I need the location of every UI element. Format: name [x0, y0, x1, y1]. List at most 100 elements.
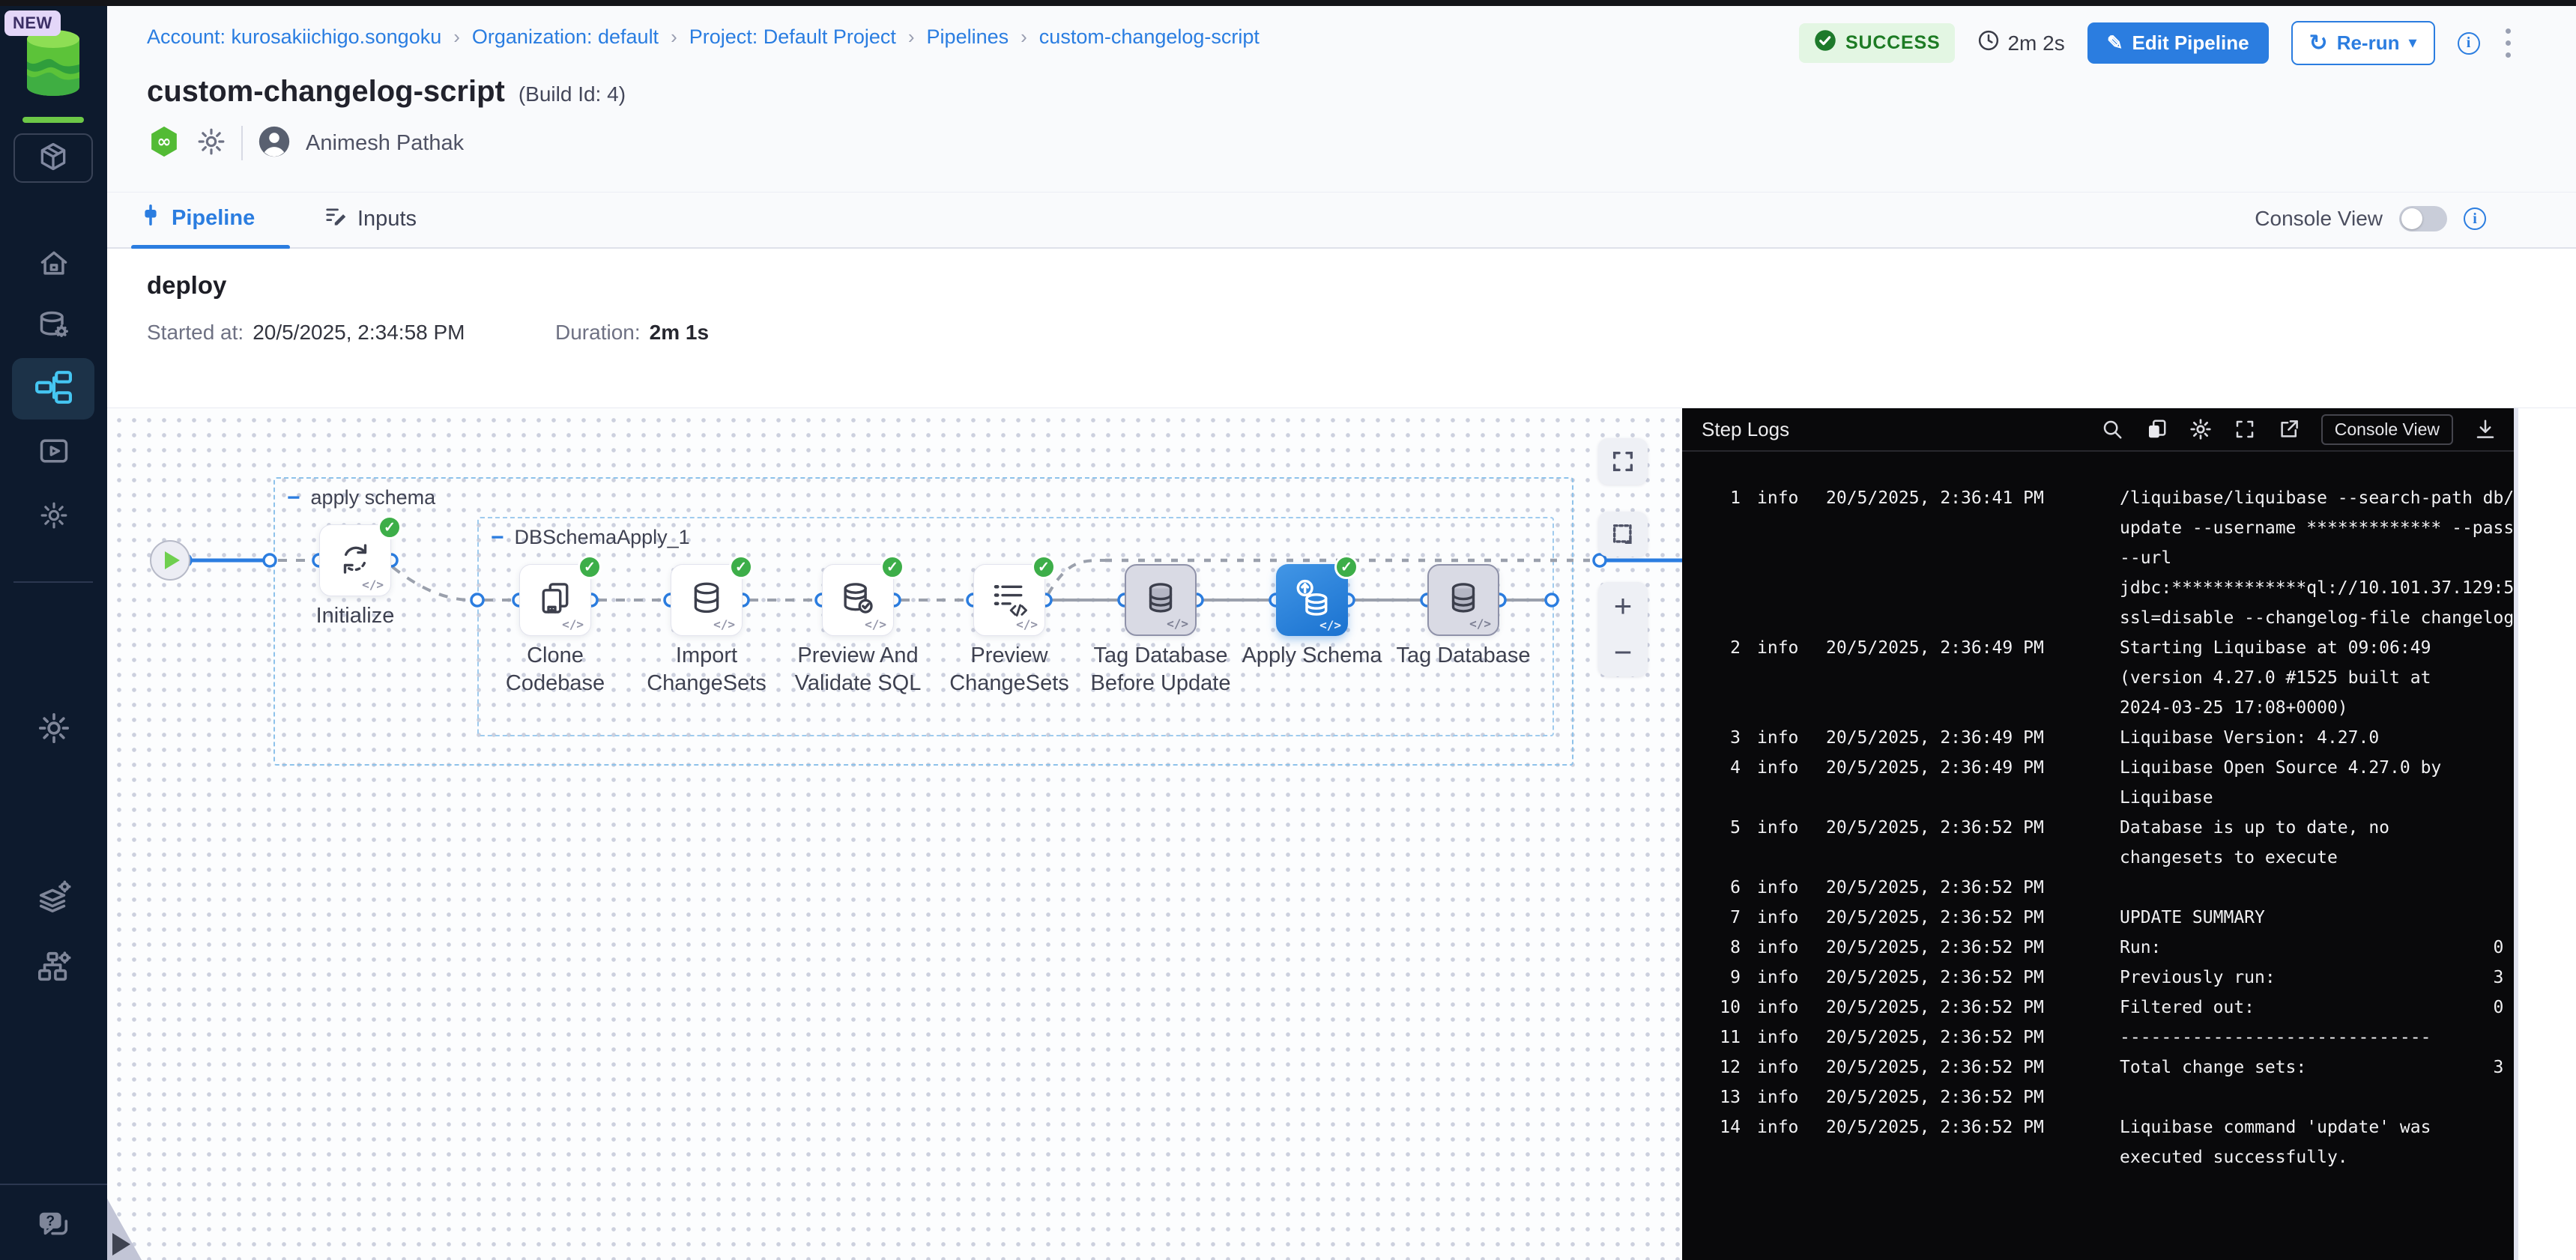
database-tag-icon [1140, 578, 1181, 623]
breadcrumb-pipelines[interactable]: Pipelines [927, 25, 1009, 49]
database-check-icon [838, 578, 878, 623]
breadcrumb: Account: kurosakiichigo.songoku › Organi… [147, 25, 1260, 49]
code-badge: </> [362, 578, 384, 592]
code-badge: </> [1469, 617, 1491, 631]
download-icon[interactable] [2473, 417, 2497, 441]
success-check-badge: ✓ [1032, 555, 1056, 579]
breadcrumb-project[interactable]: Project: Default Project [689, 25, 896, 49]
sidebar-item-pipelines-active[interactable] [12, 358, 94, 420]
sidebar-item-home[interactable] [36, 247, 72, 283]
refresh-icon: ↻ [2309, 30, 2328, 56]
svg-text:∞: ∞ [157, 132, 171, 151]
clock-icon [1977, 29, 2000, 57]
liquibase-logo[interactable] [22, 28, 84, 101]
step-logs-title: Step Logs [1702, 418, 1789, 441]
sidebar-item-help[interactable]: ? [36, 1209, 72, 1245]
sidebar-item-project-settings[interactable] [36, 499, 72, 535]
fullscreen-icon[interactable] [2233, 417, 2257, 441]
copy-icon[interactable] [2144, 417, 2168, 441]
success-check-badge: ✓ [578, 555, 602, 579]
step-logs-panel: Step Logs Console View [1682, 408, 2514, 1260]
success-check-badge: ✓ [729, 555, 753, 579]
page: NEW [0, 0, 2576, 1260]
log-line: 11info20/5/2025, 2:36:52 PM-------------… [1700, 1023, 2514, 1052]
pipeline-canvas[interactable]: − apply schema − DBSchemaApply_1 [107, 408, 1682, 1260]
node-label: Preview ChangeSets [934, 642, 1084, 697]
step-logs-body[interactable]: 1info20/5/2025, 2:36:41 PM/liquibase/liq… [1682, 452, 2514, 1172]
sidebar-item-environments[interactable] [36, 881, 72, 917]
stage-summary: deploy Started at: 20/5/2025, 2:34:58 PM… [107, 249, 2576, 408]
open-external-icon[interactable] [2277, 417, 2301, 441]
search-icon[interactable] [2100, 417, 2124, 441]
log-line: 7info20/5/2025, 2:36:52 PMUPDATE SUMMARY [1700, 903, 2514, 933]
duration-value: 2m 1s [650, 321, 709, 345]
more-options-menu[interactable] [2503, 25, 2514, 61]
pipeline-tab-icon [140, 205, 161, 231]
sidebar-item-executions[interactable] [36, 434, 72, 470]
log-line: 5info20/5/2025, 2:36:52 PMDatabase is up… [1700, 813, 2514, 873]
sidebar: NEW [0, 6, 107, 1260]
info-icon[interactable]: i [2464, 208, 2486, 230]
pipeline-settings-gear-icon[interactable] [196, 127, 226, 160]
duration-label: Duration: [555, 321, 641, 345]
tab-inputs[interactable]: Inputs [324, 205, 417, 233]
edit-pipeline-label: Edit Pipeline [2132, 31, 2249, 55]
play-icon [165, 551, 180, 569]
node-label: Initialize [280, 602, 430, 630]
database-icon [686, 578, 727, 623]
tab-pipeline[interactable]: Pipeline [140, 205, 255, 231]
node-tag-database-before-update[interactable]: </> [1125, 564, 1197, 636]
author-name: Animesh Pathak [306, 131, 464, 156]
zoom-out-button[interactable]: − [1614, 629, 1633, 676]
log-line: 6info20/5/2025, 2:36:52 PM [1700, 873, 2514, 903]
info-icon[interactable]: i [2458, 32, 2480, 55]
success-check-badge: ✓ [378, 515, 402, 539]
code-badge: </> [1319, 618, 1341, 632]
breadcrumb-current-pipeline[interactable]: custom-changelog-script [1039, 25, 1260, 49]
status-badge: SUCCESS [1799, 23, 1955, 63]
sync-icon [335, 539, 375, 583]
breadcrumb-account[interactable]: Account: kurosakiichigo.songoku [147, 25, 441, 49]
browser-top-strip [0, 0, 2576, 6]
status-label: SUCCESS [1845, 32, 1940, 54]
code-badge: </> [1016, 617, 1038, 631]
gear-icon [37, 711, 71, 749]
sidebar-divider [0, 1184, 107, 1185]
started-label: Started at: [147, 321, 244, 345]
console-view-button[interactable]: Console View [2321, 414, 2453, 445]
log-line: 13info20/5/2025, 2:36:52 PM [1700, 1082, 2514, 1112]
svg-text:?: ? [46, 1214, 55, 1229]
node-tag-database[interactable]: </> [1427, 564, 1499, 636]
start-node[interactable] [150, 540, 190, 581]
tab-pipeline-label: Pipeline [172, 206, 255, 231]
gear-icon[interactable] [2189, 417, 2213, 441]
database-tag-icon [1443, 578, 1484, 623]
page-scroll-gutter[interactable] [2514, 408, 2576, 1260]
code-badge: </> [1167, 617, 1188, 631]
console-view-toggle[interactable] [2399, 206, 2447, 231]
breadcrumb-separator: › [1021, 25, 1027, 49]
sidebar-item-flow-settings[interactable] [36, 950, 72, 986]
step-logs-header: Step Logs Console View [1682, 408, 2514, 452]
database-gear-icon [37, 309, 70, 345]
edit-pipeline-button[interactable]: ✎ Edit Pipeline [2087, 22, 2269, 64]
changeset-list-icon [989, 578, 1030, 623]
breadcrumb-organization[interactable]: Organization: default [472, 25, 659, 49]
marquee-select-button[interactable] [1598, 512, 1648, 557]
pipeline-icon [34, 369, 72, 410]
log-line: 10info20/5/2025, 2:36:52 PMFiltered out:… [1700, 993, 2514, 1023]
console-view-control: Console View i [2255, 206, 2486, 231]
home-icon [37, 247, 70, 284]
sidebar-module-selector[interactable] [13, 133, 93, 183]
fit-to-screen-button[interactable] [1598, 438, 1648, 485]
brand-underline [22, 117, 84, 123]
layers-gear-icon [37, 880, 71, 918]
zoom-controls: + − [1598, 582, 1648, 676]
rerun-button[interactable]: ↻ Re-run ▾ [2291, 21, 2435, 65]
pencil-icon: ✎ [2107, 31, 2123, 55]
sidebar-item-account-settings[interactable] [36, 712, 72, 748]
divider [241, 126, 243, 160]
zoom-in-button[interactable]: + [1614, 583, 1633, 629]
sidebar-collapse-handle[interactable] [112, 1233, 130, 1256]
sidebar-item-databases[interactable] [36, 309, 72, 345]
